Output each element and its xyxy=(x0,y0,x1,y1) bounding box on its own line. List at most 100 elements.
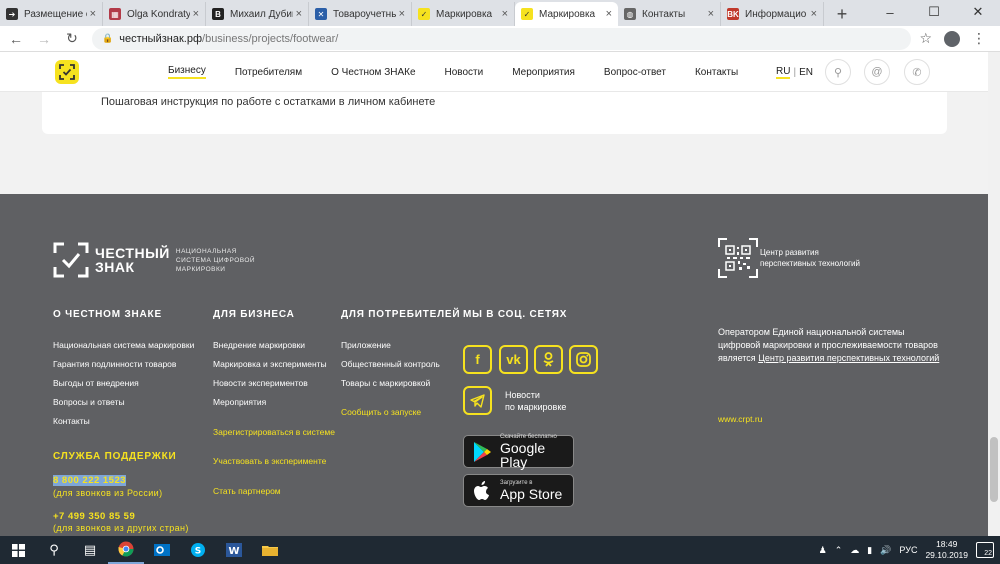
nav-faq[interactable]: Вопрос-ответ xyxy=(604,67,666,78)
file-explorer-icon[interactable] xyxy=(252,536,288,564)
minimize-icon[interactable]: – xyxy=(868,0,912,24)
footer-link[interactable]: Новости экспериментов xyxy=(213,378,308,388)
instagram-icon[interactable] xyxy=(569,345,598,374)
close-tab-icon[interactable]: × xyxy=(708,8,714,20)
people-icon[interactable]: ♟ xyxy=(819,545,827,556)
search-button[interactable]: ⚲ xyxy=(825,59,851,85)
page-scrollbar[interactable] xyxy=(988,52,1000,536)
crpt-logo[interactable]: Центр развития перспективных технологий xyxy=(718,238,860,278)
register-link[interactable]: Зарегистрироваться в системе xyxy=(213,427,335,437)
close-window-icon[interactable]: ✕ xyxy=(956,0,1000,24)
participate-link[interactable]: Участвовать в эксперименте xyxy=(213,456,326,466)
phone-button[interactable]: ✆ xyxy=(904,59,930,85)
instruction-link[interactable]: Пошаговая инструкция по работе с остатка… xyxy=(101,96,435,108)
profile-avatar-icon[interactable] xyxy=(944,30,960,47)
scrollbar-thumb[interactable] xyxy=(990,437,998,502)
close-tab-icon[interactable]: × xyxy=(90,8,96,20)
close-tab-icon[interactable]: × xyxy=(502,8,508,20)
footer-col-social-title: МЫ В СОЦ. СЕТЯХ xyxy=(463,309,568,320)
app-store-button[interactable]: Загрузите в App Store xyxy=(463,474,574,507)
odnoklassniki-icon[interactable] xyxy=(534,345,563,374)
footer-link[interactable]: Товары с маркировкой xyxy=(341,378,430,388)
url-host: честныйзнак.рф xyxy=(119,32,203,45)
maximize-icon[interactable]: ☐ xyxy=(912,0,956,24)
task-view-icon[interactable]: ▤ xyxy=(72,536,108,564)
new-tab-button[interactable]: + xyxy=(830,2,854,26)
facebook-icon[interactable]: f xyxy=(463,345,492,374)
crpt-website-link[interactable]: www.crpt.ru xyxy=(718,414,762,424)
close-tab-icon[interactable]: × xyxy=(811,8,817,20)
tray-chevron-up-icon[interactable]: ⌃ xyxy=(835,545,843,556)
close-tab-icon[interactable]: × xyxy=(606,8,612,20)
outlook-icon[interactable] xyxy=(144,536,180,564)
lang-ru[interactable]: RU xyxy=(776,66,791,79)
battery-icon[interactable]: ▮ xyxy=(867,545,872,556)
telegram-label-line-2: по маркировке xyxy=(505,402,567,412)
footer-logo[interactable]: ЧЕСТНЫЙ ЗНАК НАЦИОНАЛЬНАЯ СИСТЕМА ЦИФРОВ… xyxy=(53,242,255,278)
network-icon[interactable]: ☁ xyxy=(850,545,859,556)
footer-link[interactable]: Общественный контроль xyxy=(341,359,440,369)
email-button[interactable]: @ xyxy=(864,59,890,85)
b-letter-icon: B xyxy=(212,8,224,20)
skype-icon[interactable]: S xyxy=(180,536,216,564)
browser-tab[interactable]: ✓ Маркировка × xyxy=(412,2,515,26)
nav-events[interactable]: Мероприятия xyxy=(512,67,575,78)
system-tray: ♟ ⌃ ☁ ▮ 🔊 РУС 18:49 29.10.2019 xyxy=(819,536,968,564)
clock[interactable]: 18:49 29.10.2019 xyxy=(925,539,968,561)
url-field[interactable]: 🔒 честныйзнак.рф/business/projects/footw… xyxy=(92,27,912,50)
nav-news[interactable]: Новости xyxy=(445,67,484,78)
word-icon[interactable]: W xyxy=(216,536,252,564)
footer-link[interactable]: Вопросы и ответы xyxy=(53,397,125,407)
footer-link[interactable]: Мероприятия xyxy=(213,397,266,407)
browser-tab-title: Михаил Дубин xyxy=(230,8,293,20)
back-button[interactable]: ← xyxy=(4,27,28,51)
nav-business[interactable]: Бизнесу xyxy=(168,65,206,79)
operator-link[interactable]: Центр развития перспективных технологий xyxy=(758,353,939,363)
menu-kebab-icon[interactable]: ⋮ xyxy=(972,30,986,47)
browser-tab[interactable]: BK Информацио × xyxy=(721,2,824,26)
footer-link[interactable]: Контакты xyxy=(53,416,90,426)
browser-tab[interactable]: ✕ Товароучетны × xyxy=(309,2,412,26)
telegram-news-label[interactable]: Новости по маркировке xyxy=(505,389,566,413)
clock-date: 29.10.2019 xyxy=(925,550,968,560)
forward-button[interactable]: → xyxy=(32,27,56,51)
lang-en[interactable]: EN xyxy=(799,67,813,78)
browser-tab[interactable]: ➔ Размещение о × xyxy=(0,2,103,26)
windows-start-icon[interactable] xyxy=(0,536,36,564)
footer-link[interactable]: Маркировка и эксперименты xyxy=(213,359,327,369)
nav-contacts[interactable]: Контакты xyxy=(695,67,738,78)
browser-tab-strip: ➔ Размещение о × ▦ Olga Kondraty × B Михаил Дуб… xyxy=(0,0,1000,26)
telegram-icon[interactable] xyxy=(463,386,492,415)
report-launch-link[interactable]: Сообщить о запуске xyxy=(341,407,421,417)
nav-consumers[interactable]: Потребителям xyxy=(235,67,302,78)
support-phone-russia[interactable]: 8 800 222 1523 xyxy=(53,475,127,486)
close-tab-icon[interactable]: × xyxy=(296,8,302,20)
browser-tab[interactable]: ▦ Olga Kondraty × xyxy=(103,2,206,26)
chestny-znak-logo-icon[interactable] xyxy=(55,60,79,84)
bookmark-star-icon[interactable]: ☆ xyxy=(919,30,932,47)
google-play-button[interactable]: Скачайте бесплатно Google Play xyxy=(463,434,574,469)
input-language[interactable]: РУС xyxy=(899,545,917,555)
footer-link[interactable]: Выгоды от внедрения xyxy=(53,378,139,388)
notification-center-icon[interactable]: 22 xyxy=(976,542,994,558)
vk-icon[interactable]: vk xyxy=(499,345,528,374)
footer-link[interactable]: Национальная система маркировки xyxy=(53,340,194,350)
browser-tab[interactable]: ✓ Маркировка × xyxy=(515,2,618,26)
support-phone-intl[interactable]: +7 499 350 85 59 xyxy=(53,511,135,522)
volume-icon[interactable]: 🔊 xyxy=(880,545,891,556)
footer-link[interactable]: Приложение xyxy=(341,340,391,350)
close-tab-icon[interactable]: × xyxy=(193,8,199,20)
search-icon[interactable]: ⚲ xyxy=(36,536,72,564)
close-tab-icon[interactable]: × xyxy=(399,8,405,20)
footer-link[interactable]: Внедрение маркировки xyxy=(213,340,305,350)
browser-tab-title: Olga Kondraty xyxy=(127,8,190,20)
browser-tab[interactable]: ◍ Контакты × xyxy=(618,2,721,26)
reload-button[interactable]: ↻ xyxy=(60,27,84,51)
footer-link[interactable]: Гарантия подлинности товаров xyxy=(53,359,176,369)
partner-link[interactable]: Стать партнером xyxy=(213,486,281,496)
chrome-icon[interactable] xyxy=(108,536,144,564)
browser-tab[interactable]: B Михаил Дубин × xyxy=(206,2,309,26)
support-phone-intl-note: (для звонков из других стран) xyxy=(53,523,189,533)
address-bar-row: ← → ↻ 🔒 честныйзнак.рф/business/projects… xyxy=(0,26,1000,52)
nav-about[interactable]: О Честном ЗНАКе xyxy=(331,67,415,78)
